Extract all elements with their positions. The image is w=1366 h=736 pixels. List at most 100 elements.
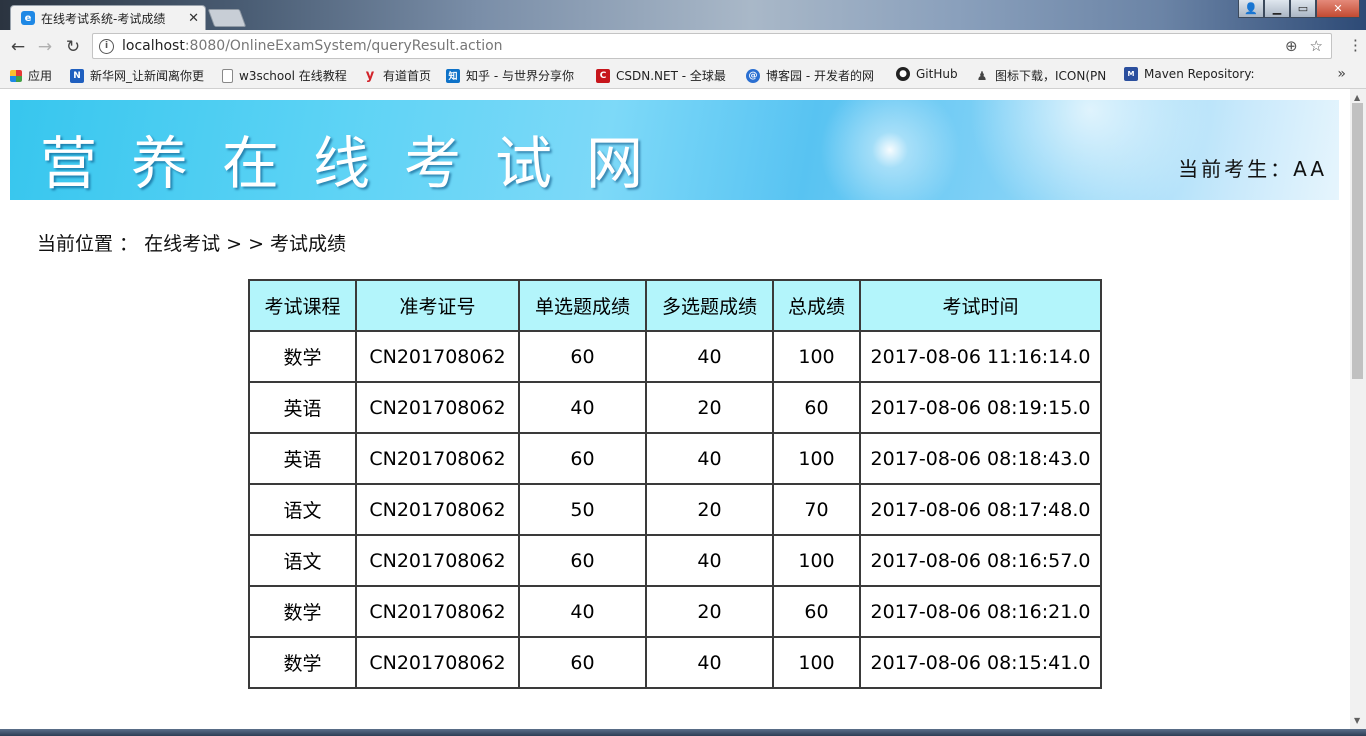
cell-course: 语文 xyxy=(248,534,357,587)
maximize-button[interactable]: ▭ xyxy=(1290,0,1316,18)
maven-icon: M xyxy=(1124,67,1138,81)
news-icon: N xyxy=(70,68,84,83)
cell-course: 语文 xyxy=(248,483,357,536)
address-bar[interactable]: i localhost:8080/OnlineExamSystem/queryR… xyxy=(92,33,1332,59)
cell-course: 数学 xyxy=(248,585,357,638)
bookmark-youdao[interactable]: y 有道首页 xyxy=(363,67,431,84)
browser-titlebar: e 在线考试系统-考试成绩 ✕ 👤 ▁ ▭ ✕ xyxy=(0,0,1366,30)
reload-icon[interactable]: ↻ xyxy=(62,36,84,58)
cell-ticket-number: CN201708062 xyxy=(355,330,520,383)
os-taskbar xyxy=(0,729,1366,736)
table-row: 数学 CN201708062 40 20 60 2017-08-06 08:16… xyxy=(248,585,1102,638)
bookmark-iconfont[interactable]: ♟ 图标下载，ICON(PN xyxy=(975,67,1107,84)
bookmark-csdn[interactable]: C CSDN.NET - 全球最 xyxy=(596,67,730,84)
cell-exam-time: 2017-08-06 08:19:15.0 xyxy=(859,381,1102,434)
user-icon[interactable]: 👤 xyxy=(1238,0,1264,18)
bookmarks-overflow-icon[interactable]: » xyxy=(1337,66,1346,82)
apps-grid-icon xyxy=(10,69,22,82)
header-single-choice-score: 单选题成绩 xyxy=(518,279,647,332)
cell-exam-time: 2017-08-06 08:15:41.0 xyxy=(859,636,1102,689)
zoom-icon[interactable]: ⊕ xyxy=(1285,37,1298,55)
cell-total-score: 100 xyxy=(772,330,861,383)
cell-exam-time: 2017-08-06 11:16:14.0 xyxy=(859,330,1102,383)
cell-multi-choice-score: 20 xyxy=(645,381,774,434)
tab-close-icon[interactable]: ✕ xyxy=(188,11,199,26)
new-tab-button[interactable] xyxy=(207,9,247,27)
close-window-button[interactable]: ✕ xyxy=(1316,0,1360,18)
cell-single-choice-score: 60 xyxy=(518,534,647,587)
cnblogs-icon: @ xyxy=(746,68,760,83)
header-multi-choice-score: 多选题成绩 xyxy=(645,279,774,332)
browser-toolbar: ← → ↻ i localhost:8080/OnlineExamSystem/… xyxy=(0,30,1366,63)
bookmarks-bar: 应用 N 新华网_让新闻离你更 w3school 在线教程 y 有道首页 知 知… xyxy=(0,63,1366,89)
cell-multi-choice-score: 40 xyxy=(645,330,774,383)
bookmark-maven[interactable]: M Maven Repository: xyxy=(1124,67,1272,81)
table-row: 语文 CN201708062 50 20 70 2017-08-06 08:17… xyxy=(248,483,1102,536)
window-controls: 👤 ▁ ▭ ✕ xyxy=(1238,0,1360,18)
cell-ticket-number: CN201708062 xyxy=(355,483,520,536)
cell-ticket-number: CN201708062 xyxy=(355,585,520,638)
zhihu-icon: 知 xyxy=(446,68,460,83)
cell-total-score: 70 xyxy=(772,483,861,536)
youdao-icon: y xyxy=(365,68,375,83)
site-info-icon[interactable]: i xyxy=(99,38,114,54)
cell-single-choice-score: 50 xyxy=(518,483,647,536)
cell-total-score: 100 xyxy=(772,636,861,689)
cell-exam-time: 2017-08-06 08:17:48.0 xyxy=(859,483,1102,536)
minimize-button[interactable]: ▁ xyxy=(1264,0,1290,18)
cell-total-score: 100 xyxy=(772,534,861,587)
cell-exam-time: 2017-08-06 08:16:57.0 xyxy=(859,534,1102,587)
scrollbar-thumb[interactable] xyxy=(1352,103,1363,379)
scroll-up-icon[interactable]: ▲ xyxy=(1354,93,1360,102)
bookmark-star-icon[interactable]: ☆ xyxy=(1310,37,1323,55)
cell-multi-choice-score: 20 xyxy=(645,585,774,638)
github-icon: ● xyxy=(896,67,910,81)
cell-total-score: 100 xyxy=(772,432,861,485)
back-icon[interactable]: ← xyxy=(7,36,29,58)
cell-single-choice-score: 40 xyxy=(518,381,647,434)
table-row: 英语 CN201708062 60 40 100 2017-08-06 08:1… xyxy=(248,432,1102,485)
bookmark-github[interactable]: ● GitHub xyxy=(896,67,958,81)
forward-icon[interactable]: → xyxy=(34,36,56,58)
site-title: 营养在线考试网 xyxy=(40,131,677,197)
csdn-icon: C xyxy=(596,68,610,83)
table-row: 语文 CN201708062 60 40 100 2017-08-06 08:1… xyxy=(248,534,1102,587)
cell-course: 英语 xyxy=(248,381,357,434)
tab-title: 在线考试系统-考试成绩 xyxy=(41,11,166,26)
url-host: localhost xyxy=(122,38,185,54)
browser-menu-icon[interactable]: · · · xyxy=(1353,33,1358,59)
page-scrollbar[interactable]: ▲ ▼ xyxy=(1350,89,1366,729)
cell-multi-choice-score: 40 xyxy=(645,636,774,689)
bookmark-zhihu[interactable]: 知 知乎 - 与世界分享你 xyxy=(446,67,580,84)
bookmark-xinhua[interactable]: N 新华网_让新闻离你更 xyxy=(70,67,204,84)
tab-favicon-icon: e xyxy=(21,11,35,25)
current-user-label: 当前考生：AA xyxy=(1178,157,1327,181)
url-path: :8080/OnlineExamSystem/queryResult.actio… xyxy=(184,38,503,54)
site-banner: 营养在线考试网 当前考生：AA xyxy=(10,100,1339,200)
header-ticket-number: 准考证号 xyxy=(355,279,520,332)
scroll-down-icon[interactable]: ▼ xyxy=(1354,716,1360,725)
header-course: 考试课程 xyxy=(248,279,357,332)
header-exam-time: 考试时间 xyxy=(859,279,1102,332)
breadcrumb: 当前位置 ： 在线考试 > > 考试成绩 xyxy=(37,233,347,255)
cell-total-score: 60 xyxy=(772,381,861,434)
cell-total-score: 60 xyxy=(772,585,861,638)
page-icon xyxy=(222,68,233,83)
bookmark-apps[interactable]: 应用 xyxy=(10,67,52,84)
bookmark-w3school[interactable]: w3school 在线教程 xyxy=(222,67,347,84)
browser-tab-active[interactable]: e 在线考试系统-考试成绩 ✕ xyxy=(10,5,206,30)
cell-single-choice-score: 40 xyxy=(518,585,647,638)
cell-single-choice-score: 60 xyxy=(518,330,647,383)
page-viewport: 营养在线考试网 当前考生：AA 当前位置 ： 在线考试 > > 考试成绩 考试课… xyxy=(0,89,1350,729)
cell-course: 英语 xyxy=(248,432,357,485)
cell-ticket-number: CN201708062 xyxy=(355,432,520,485)
cell-course: 数学 xyxy=(248,636,357,689)
cell-ticket-number: CN201708062 xyxy=(355,381,520,434)
bookmark-cnblogs[interactable]: @ 博客园 - 开发者的网 xyxy=(746,67,882,84)
cell-exam-time: 2017-08-06 08:16:21.0 xyxy=(859,585,1102,638)
cell-ticket-number: CN201708062 xyxy=(355,636,520,689)
table-header-row: 考试课程 准考证号 单选题成绩 多选题成绩 总成绩 考试时间 xyxy=(248,279,1102,332)
cell-multi-choice-score: 40 xyxy=(645,534,774,587)
cell-ticket-number: CN201708062 xyxy=(355,534,520,587)
table-row: 英语 CN201708062 40 20 60 2017-08-06 08:19… xyxy=(248,381,1102,434)
